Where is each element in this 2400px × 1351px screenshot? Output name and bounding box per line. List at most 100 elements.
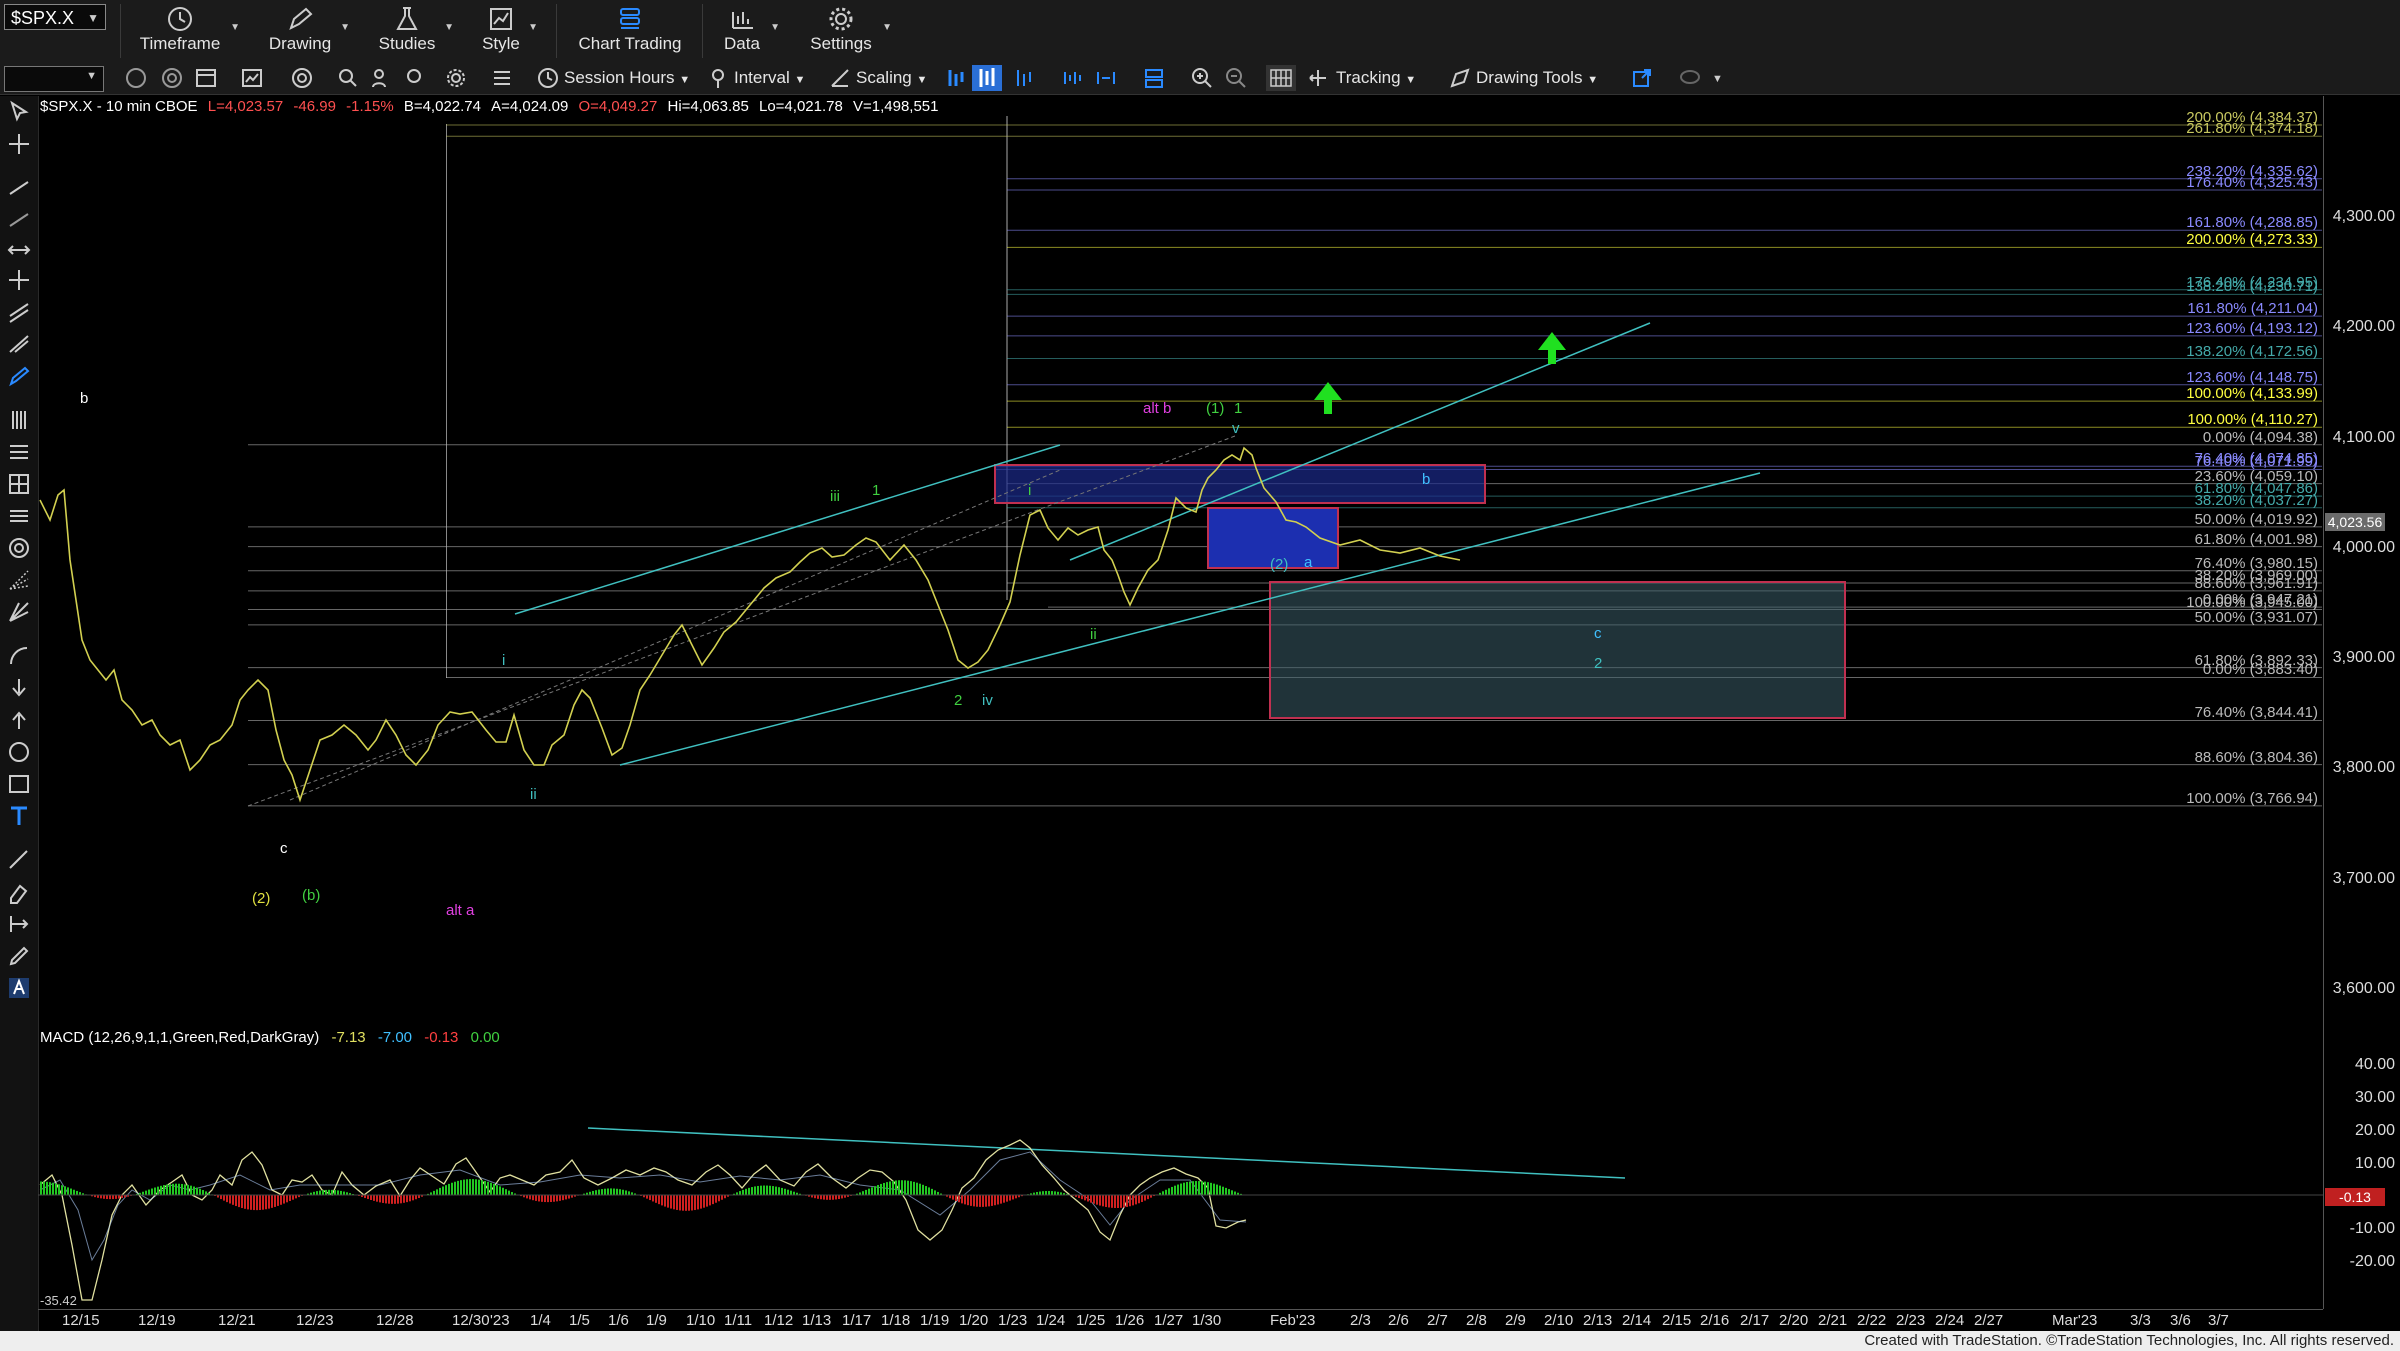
chevron-down-icon[interactable]: ▼ — [87, 5, 99, 31]
link-icon[interactable] — [124, 66, 148, 90]
scaling-button[interactable]: Scaling ▼ — [856, 64, 927, 92]
ellipse-icon[interactable] — [7, 740, 31, 764]
macd-histogram-bar — [835, 1195, 837, 1200]
gear-icon[interactable] — [444, 66, 468, 90]
price-axis[interactable]: 4,300.00 4,200.00 4,100.00 4,000.00 3,90… — [2323, 96, 2400, 1309]
export-icon[interactable] — [1630, 66, 1654, 90]
chevron-down-icon[interactable]: ▼ — [679, 74, 690, 86]
gann-icon[interactable] — [7, 504, 31, 528]
fib-circle-icon[interactable] — [7, 536, 31, 560]
panels-icon[interactable] — [1142, 66, 1166, 90]
fit-bars-icon[interactable] — [1094, 66, 1118, 90]
candle-style-button[interactable] — [972, 65, 1002, 91]
time-tick: 1/17 — [842, 1312, 872, 1329]
chevron-down-icon[interactable]: ▼ — [1405, 74, 1416, 86]
tracking-button[interactable]: Tracking ▼ — [1336, 64, 1416, 92]
chevron-down-icon[interactable]: ▼ — [917, 74, 928, 86]
search-icon[interactable] — [336, 66, 360, 90]
price-chart[interactable] — [38, 96, 2323, 1309]
zoom-out-icon[interactable] — [1224, 66, 1248, 90]
text-icon[interactable] — [7, 804, 31, 828]
macd-histogram-bar — [226, 1195, 228, 1203]
chart-window-icon[interactable] — [240, 66, 264, 90]
chevron-down-icon[interactable]: ▼ — [1587, 74, 1598, 86]
macd-histogram-bar — [409, 1195, 411, 1202]
tracking-icon[interactable] — [1306, 66, 1330, 90]
macd-histogram-bar — [904, 1180, 906, 1195]
rectangle-icon[interactable] — [7, 772, 31, 796]
refresh-icon[interactable] — [160, 66, 184, 90]
bar-style-icon[interactable] — [944, 66, 968, 90]
ray-icon[interactable] — [7, 206, 31, 230]
chevron-down-icon[interactable]: ▼ — [528, 22, 538, 33]
chevron-down-icon[interactable]: ▼ — [340, 22, 350, 33]
layout-select[interactable]: ▼ — [4, 66, 104, 92]
symbol-input[interactable]: $SPX.X ▼ — [4, 4, 106, 30]
zoom-in-icon[interactable] — [1190, 66, 1214, 90]
cursor-icon[interactable] — [7, 100, 31, 124]
fan-icon[interactable] — [7, 600, 31, 624]
chevron-down-icon[interactable]: ▼ — [1712, 73, 1723, 85]
brush-icon[interactable] — [7, 944, 31, 968]
studies-button[interactable]: Studies ▼ — [376, 2, 454, 60]
pitchfork-icon[interactable] — [7, 332, 31, 356]
arrow-up-icon[interactable] — [7, 708, 31, 732]
eraser-icon[interactable] — [7, 880, 31, 904]
interval-button[interactable]: Interval ▼ — [734, 64, 805, 92]
ruler-icon[interactable] — [7, 848, 31, 872]
time-axis[interactable]: 12/15 12/19 12/21 12/23 12/28 12/30'23 1/4 1/5 1… — [38, 1309, 2323, 1332]
time-tick: 1/24 — [1036, 1312, 1066, 1329]
timeframe-button[interactable]: Timeframe ▼ — [136, 2, 240, 60]
zoom-bars-icon[interactable] — [1060, 66, 1084, 90]
clock-icon[interactable] — [536, 66, 560, 90]
speed-lines-icon[interactable] — [7, 568, 31, 592]
chart-trading-button[interactable]: Chart Trading — [572, 2, 688, 60]
fib-retracement-icon[interactable] — [7, 408, 31, 432]
chevron-down-icon[interactable]: ▼ — [444, 22, 454, 33]
macd-histogram-bar — [562, 1195, 564, 1201]
data-button[interactable]: Data ▼ — [720, 2, 780, 60]
grid-button[interactable] — [1266, 65, 1296, 91]
target-icon[interactable] — [290, 66, 314, 90]
drawing-tools-button[interactable]: Drawing Tools ▼ — [1476, 64, 1598, 92]
snap-icon[interactable] — [7, 912, 31, 936]
fib-grid-icon[interactable] — [7, 472, 31, 496]
horizontal-line-icon[interactable] — [7, 238, 31, 262]
macd-histogram-bar — [772, 1186, 774, 1195]
drawing-tools-icon[interactable] — [1448, 66, 1472, 90]
macd-histogram-bar — [253, 1195, 255, 1211]
chevron-down-icon[interactable]: ▼ — [794, 74, 805, 86]
font-icon[interactable] — [7, 976, 31, 1000]
fib-extension-icon[interactable] — [7, 440, 31, 464]
arc-icon[interactable] — [7, 644, 31, 668]
chevron-down-icon[interactable]: ▼ — [86, 70, 97, 82]
line-style-icon[interactable] — [1012, 66, 1036, 90]
list-icon[interactable] — [490, 66, 514, 90]
macd-histogram-bar — [1216, 1184, 1218, 1195]
chevron-down-icon[interactable]: ▼ — [882, 22, 892, 33]
chevron-down-icon[interactable]: ▼ — [770, 22, 780, 33]
style-button[interactable]: Style ▼ — [480, 2, 538, 60]
macd-histogram-bar — [61, 1185, 63, 1195]
macd-histogram-bar — [595, 1190, 597, 1195]
magnify-icon[interactable] — [404, 66, 428, 90]
people-icon[interactable] — [370, 66, 394, 90]
wave-label: (2) — [1270, 556, 1289, 573]
arrow-down-icon[interactable] — [7, 676, 31, 700]
trendline-icon[interactable] — [7, 176, 31, 200]
crosshair-icon[interactable] — [7, 132, 31, 156]
pencil-icon[interactable] — [7, 364, 31, 388]
scaling-icon[interactable] — [828, 66, 852, 90]
time-tick: 1/6 — [608, 1312, 629, 1329]
drawing-button[interactable]: Drawing ▼ — [266, 2, 350, 60]
chevron-down-icon[interactable]: ▼ — [230, 22, 240, 33]
vertical-line-icon[interactable] — [7, 268, 31, 292]
window-icon[interactable] — [194, 66, 218, 90]
settings-button[interactable]: Settings ▼ — [806, 2, 892, 60]
chat-icon[interactable] — [1678, 66, 1702, 90]
macd-histogram-bar — [238, 1195, 240, 1208]
channel-icon[interactable] — [7, 300, 31, 324]
interval-icon[interactable] — [706, 66, 730, 90]
session-hours-button[interactable]: Session Hours ▼ — [564, 64, 690, 92]
macd-histogram-bar — [535, 1195, 537, 1201]
